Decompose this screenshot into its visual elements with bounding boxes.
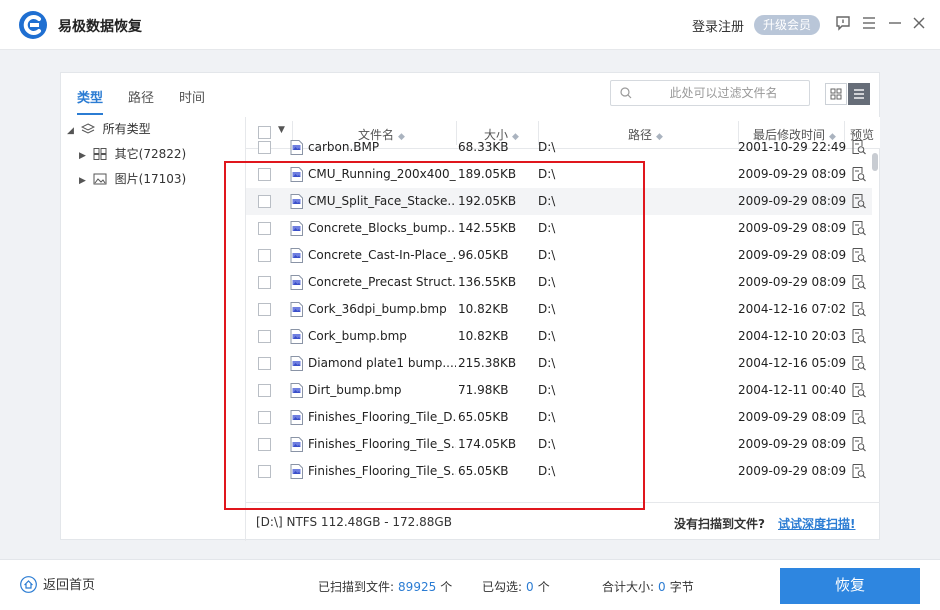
vertical-scrollbar[interactable] — [871, 149, 879, 502]
back-home-button[interactable]: 返回首页 — [20, 576, 95, 594]
layers-icon — [80, 123, 95, 134]
home-icon — [20, 576, 37, 593]
search-icon — [620, 87, 632, 99]
preview-icon[interactable] — [852, 356, 866, 371]
file-modified: 2009-09-29 08:09 — [738, 275, 847, 289]
scanned-files-stat: 已扫描到文件: 89925 个 — [318, 580, 453, 594]
highlight-box — [224, 161, 645, 510]
deep-scan-link[interactable]: 试试深度扫描! — [778, 515, 855, 532]
table-row[interactable]: carbon.BMP 68.33KB D:\ 2001-10-29 22:49 — [246, 134, 872, 161]
file-modified: 2009-09-29 08:09 — [738, 410, 847, 424]
tree-item-all-types[interactable]: ◢ 所有类型 — [67, 119, 151, 139]
scrollbar-thumb[interactable] — [872, 153, 878, 171]
active-tab-indicator — [77, 113, 103, 115]
tree-item-images[interactable]: ▶ 图片(17103) — [79, 169, 186, 189]
collapse-arrow-icon[interactable]: ◢ — [67, 121, 77, 141]
tab-path[interactable]: 路径 — [128, 87, 154, 106]
bottom-bar: 返回首页 已扫描到文件: 89925 个 已勾选: 0 个 合计大小: 0 字节 恢复 — [0, 559, 940, 610]
expand-arrow-icon[interactable]: ▶ — [79, 146, 89, 166]
preview-icon[interactable] — [852, 194, 866, 209]
preview-icon[interactable] — [852, 221, 866, 236]
category-tabs: 类型 路径 时间 — [61, 73, 246, 117]
disk-info: [D:\] NTFS 112.48GB - 172.88GB — [256, 515, 452, 529]
file-modified: 2004-12-16 05:09 — [738, 356, 847, 370]
file-modified: 2004-12-16 07:02 — [738, 302, 847, 316]
expand-arrow-icon[interactable]: ▶ — [79, 171, 89, 191]
preview-icon[interactable] — [852, 302, 866, 317]
preview-icon[interactable] — [852, 437, 866, 452]
file-modified: 2001-10-29 22:49 — [738, 140, 847, 154]
app-logo-icon — [19, 11, 47, 39]
app-title: 易极数据恢复 — [58, 19, 142, 35]
preview-icon[interactable] — [852, 248, 866, 263]
grid-category-icon — [93, 148, 107, 160]
preview-icon[interactable] — [852, 410, 866, 425]
search-input[interactable] — [641, 83, 806, 103]
preview-icon[interactable] — [852, 383, 866, 398]
preview-icon[interactable] — [852, 275, 866, 290]
upgrade-vip-button[interactable]: 升级会员 — [754, 15, 820, 35]
file-modified: 2009-09-29 08:09 — [738, 194, 847, 208]
tree-other-label: 其它(72822) — [114, 147, 187, 161]
grid-icon — [830, 88, 842, 100]
file-path: D:\ — [538, 140, 556, 154]
tab-time[interactable]: 时间 — [179, 87, 205, 106]
list-view-button[interactable] — [848, 83, 870, 105]
title-bar: 易极数据恢复 登录注册 升级会员 — [0, 0, 940, 50]
list-icon — [854, 89, 864, 99]
file-modified: 2004-12-10 20:03 — [738, 329, 847, 343]
file-name: carbon.BMP — [308, 140, 380, 154]
file-modified: 2009-09-29 08:09 — [738, 464, 847, 478]
selected-files-stat: 已勾选: 0 个 — [482, 580, 550, 594]
login-register-link[interactable]: 登录注册 — [692, 16, 744, 35]
file-filter-search[interactable] — [610, 80, 810, 106]
tab-type[interactable]: 类型 — [77, 87, 103, 106]
grid-view-button[interactable] — [825, 83, 847, 105]
image-icon — [93, 173, 107, 185]
file-modified: 2009-09-29 08:09 — [738, 248, 847, 262]
menu-icon[interactable] — [861, 15, 877, 31]
file-modified: 2009-09-29 08:09 — [738, 167, 847, 181]
file-size: 68.33KB — [458, 140, 509, 154]
tree-images-label: 图片(17103) — [114, 172, 187, 186]
recover-button[interactable]: 恢复 — [780, 568, 920, 604]
preview-icon[interactable] — [852, 464, 866, 479]
total-size-stat: 合计大小: 0 字节 — [602, 580, 694, 594]
file-modified: 2009-09-29 08:09 — [738, 221, 847, 235]
back-home-label: 返回首页 — [43, 578, 96, 593]
preview-icon[interactable] — [852, 140, 866, 155]
file-modified: 2009-09-29 08:09 — [738, 437, 847, 451]
file-modified: 2004-12-11 00:40 — [738, 383, 847, 397]
preview-icon[interactable] — [852, 329, 866, 344]
no-files-prompt: 没有扫描到文件? — [674, 517, 765, 531]
bmp-file-icon — [290, 140, 303, 155]
minimize-icon[interactable] — [887, 15, 903, 31]
close-icon[interactable] — [911, 15, 927, 31]
tree-root-label: 所有类型 — [102, 122, 151, 136]
feedback-icon[interactable] — [835, 15, 851, 31]
preview-icon[interactable] — [852, 167, 866, 182]
tree-item-other[interactable]: ▶ 其它(72822) — [79, 144, 186, 164]
file-type-tree: ◢ 所有类型 ▶ 其它(72822) ▶ 图片(17103) — [61, 117, 246, 541]
row-checkbox[interactable] — [258, 141, 271, 154]
